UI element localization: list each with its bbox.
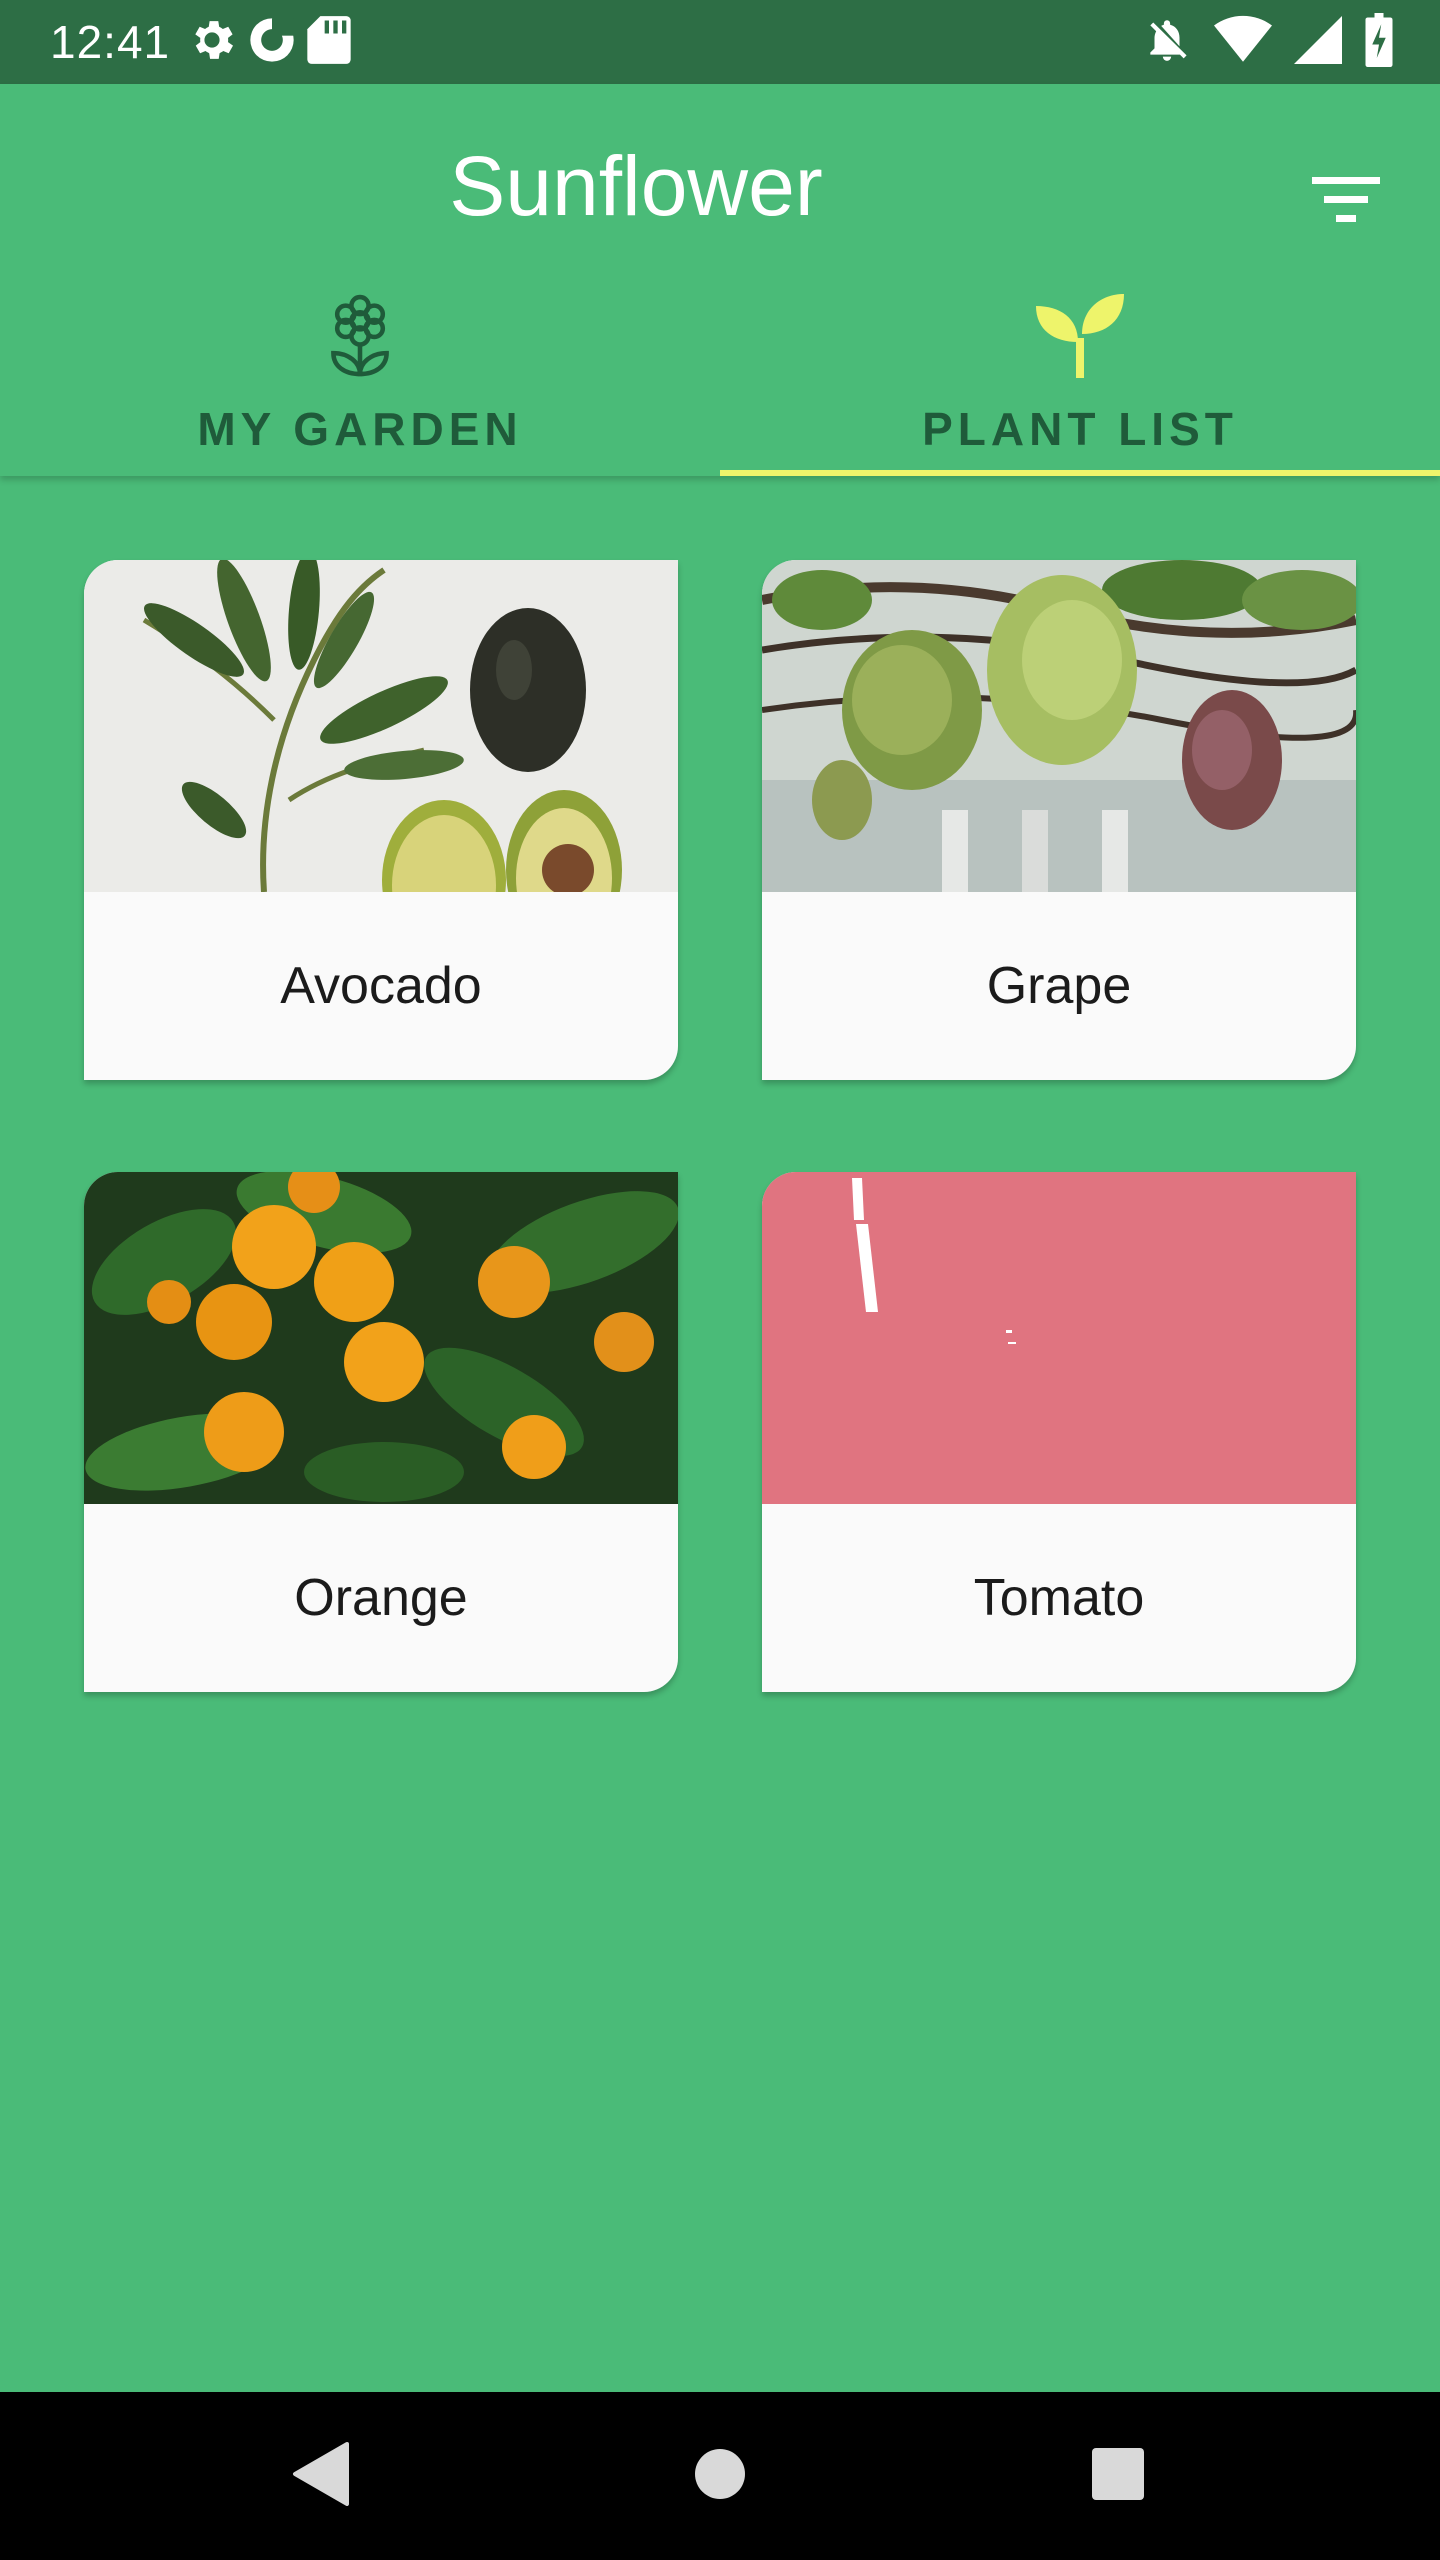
gear-icon bbox=[186, 14, 238, 71]
sd-card-icon bbox=[306, 14, 352, 71]
wifi-icon bbox=[1214, 15, 1272, 70]
sprout-icon bbox=[1030, 286, 1130, 386]
sync-icon bbox=[244, 14, 300, 71]
home-button[interactable] bbox=[670, 2426, 770, 2526]
back-icon bbox=[291, 2441, 349, 2511]
tomato-image-placeholder bbox=[762, 1172, 1356, 1504]
app-bar: Sunflower MY GARDEN PLANT LIST bbox=[0, 84, 1440, 476]
status-bar: 12:41 bbox=[0, 0, 1440, 84]
tab-plant-list[interactable]: PLANT LIST bbox=[720, 280, 1440, 476]
recents-button[interactable] bbox=[1068, 2426, 1168, 2526]
status-right-icons bbox=[1142, 12, 1394, 72]
avocado-image bbox=[84, 560, 678, 892]
plant-card-orange[interactable]: Orange bbox=[84, 1172, 678, 1692]
system-nav-bar bbox=[0, 2392, 1440, 2560]
notifications-off-icon bbox=[1142, 14, 1192, 71]
plant-name: Tomato bbox=[973, 1569, 1145, 1627]
plant-card-tomato[interactable]: Tomato bbox=[762, 1172, 1356, 1692]
plant-card-grape[interactable]: Grape bbox=[762, 560, 1356, 1080]
plant-name: Grape bbox=[986, 957, 1132, 1015]
tab-selected-indicator bbox=[720, 470, 1440, 476]
tab-my-garden[interactable]: MY GARDEN bbox=[0, 280, 720, 476]
screen: 12:41 Sunflower MY GARDEN PLANT LIST Avo… bbox=[0, 0, 1440, 2560]
recents-icon bbox=[1091, 2447, 1145, 2506]
orange-image bbox=[84, 1172, 678, 1504]
plant-card-avocado[interactable]: Avocado bbox=[84, 560, 678, 1080]
plant-name: Orange bbox=[294, 1569, 468, 1627]
tab-plant-list-label: PLANT LIST bbox=[922, 403, 1238, 455]
back-button[interactable] bbox=[270, 2426, 370, 2526]
filter-icon bbox=[1312, 175, 1380, 230]
flower-outline-icon bbox=[310, 286, 410, 386]
home-icon bbox=[693, 2447, 747, 2506]
plant-name: Avocado bbox=[280, 957, 482, 1015]
grape-image bbox=[762, 560, 1356, 892]
app-title: Sunflower bbox=[449, 139, 823, 233]
filter-button[interactable] bbox=[1296, 152, 1396, 252]
battery-charging-icon bbox=[1364, 12, 1394, 72]
tab-my-garden-label: MY GARDEN bbox=[197, 403, 523, 455]
status-left-icons bbox=[186, 14, 352, 71]
status-time: 12:41 bbox=[50, 16, 171, 68]
signal-icon bbox=[1294, 15, 1342, 70]
